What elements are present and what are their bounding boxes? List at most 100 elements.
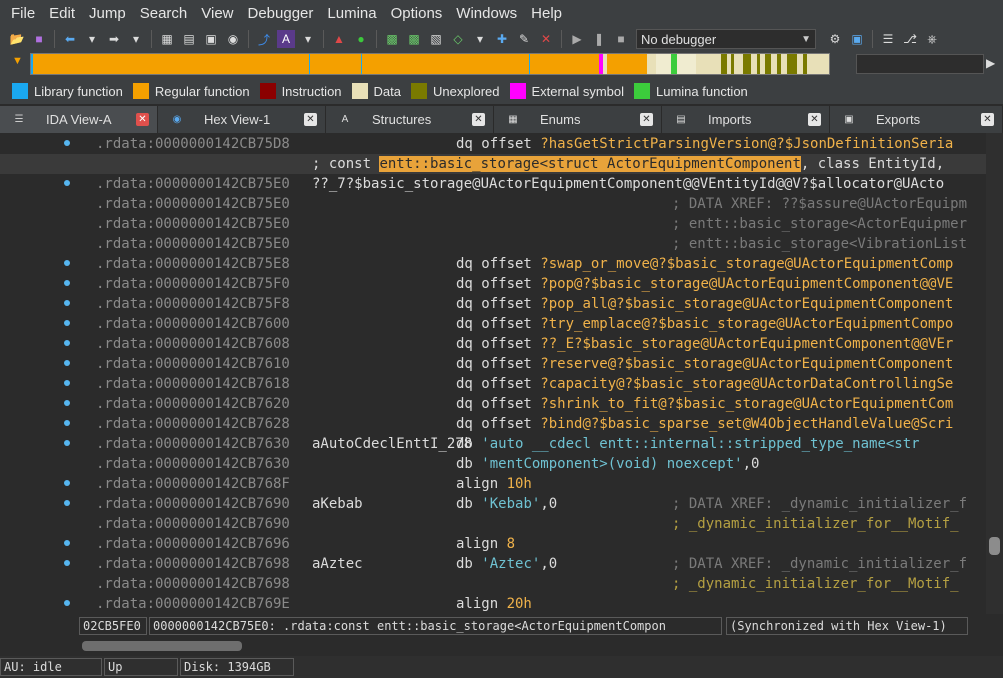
tab-ida-view-a[interactable]: ☰ IDA View-A ✕ xyxy=(0,106,158,133)
breakpoint-dot-icon[interactable] xyxy=(64,340,70,346)
menu-file[interactable]: File xyxy=(4,0,42,27)
horizontal-scroll-thumb[interactable] xyxy=(82,641,242,651)
disassembly-line[interactable]: .rdata:0000000142CB75E0 ; entt::basic_sto… xyxy=(0,234,986,254)
disassembly-line[interactable]: .rdata:0000000142CB769E align 20h xyxy=(0,594,986,614)
disassembly-line[interactable]: .rdata:0000000142CB75E8 dq offset ?swap_o… xyxy=(0,254,986,274)
disassembly-line[interactable]: .rdata:0000000142CB7600 dq offset ?try_em… xyxy=(0,314,986,334)
disassembly-line[interactable]: .rdata:0000000142CB75E0 ??_7?$basic_stora… xyxy=(0,174,986,194)
disassembly-line[interactable]: .rdata:0000000142CB7698 aAztec db 'Aztec',… xyxy=(0,554,986,574)
disassembly-line[interactable]: .rdata:0000000142CB75F0 dq offset ?pop@?$… xyxy=(0,274,986,294)
disassembly-line[interactable]: .rdata:0000000142CB7618 dq offset ?capaci… xyxy=(0,374,986,394)
data-icon[interactable]: ▩ xyxy=(405,30,423,48)
horizontal-scrollbar[interactable] xyxy=(80,638,986,654)
search-immediate-icon[interactable]: ▣ xyxy=(202,30,220,48)
text-format-icon[interactable]: A xyxy=(277,30,295,48)
stop-icon[interactable]: ■ xyxy=(612,30,630,48)
save-icon[interactable]: ■ xyxy=(30,30,48,48)
disassembly-line[interactable]: ; const entt::basic_storage<struct Actor… xyxy=(0,154,986,174)
undefine-icon[interactable]: ✕ xyxy=(537,30,555,48)
menu-debugger[interactable]: Debugger xyxy=(241,0,321,27)
tab-structures[interactable]: A Structures ✕ xyxy=(326,106,494,133)
breakpoint-dot-icon[interactable] xyxy=(64,300,70,306)
binoculars-icon[interactable]: ◉ xyxy=(224,30,242,48)
string-icon[interactable]: ▧ xyxy=(427,30,445,48)
search-text-icon[interactable]: ▤ xyxy=(180,30,198,48)
disassembly-line[interactable]: .rdata:0000000142CB7620 dq offset ?shrink… xyxy=(0,394,986,414)
close-icon[interactable]: ✕ xyxy=(136,113,149,126)
disassembly-line[interactable]: .rdata:0000000142CB75E0 ; entt::basic_sto… xyxy=(0,214,986,234)
close-icon[interactable]: ✕ xyxy=(981,113,994,126)
disassembly-line[interactable]: .rdata:0000000142CB7610 dq offset ?reserv… xyxy=(0,354,986,374)
disassembly-line[interactable]: .rdata:0000000142CB75E0 ; DATA XREF: ??$a… xyxy=(0,194,986,214)
tab-enums[interactable]: ▦ Enums ✕ xyxy=(494,106,662,133)
menu-view[interactable]: View xyxy=(194,0,240,27)
warning-icon[interactable]: ▲ xyxy=(330,30,348,48)
breakpoint-dot-icon[interactable] xyxy=(64,400,70,406)
close-icon[interactable]: ✕ xyxy=(472,113,485,126)
breakpoint-dot-icon[interactable] xyxy=(64,500,70,506)
graph-overview-icon[interactable]: ▣ xyxy=(848,30,866,48)
chevron-down-icon[interactable]: ▾ xyxy=(471,30,489,48)
disassembly-line[interactable]: .rdata:0000000142CB7698 ; _dynamic_initia… xyxy=(0,574,986,594)
breakpoint-dot-icon[interactable] xyxy=(64,180,70,186)
search-binary-icon[interactable]: ▦ xyxy=(158,30,176,48)
breakpoint-dot-icon[interactable] xyxy=(64,420,70,426)
breakpoint-dot-icon[interactable] xyxy=(64,380,70,386)
green-circle-icon[interactable]: ● xyxy=(352,30,370,48)
chevron-down-icon[interactable]: ▾ xyxy=(299,30,317,48)
menu-windows[interactable]: Windows xyxy=(449,0,524,27)
menu-lumina[interactable]: Lumina xyxy=(320,0,383,27)
disassembly-line[interactable]: .rdata:0000000142CB7690 ; _dynamic_initia… xyxy=(0,514,986,534)
breakpoint-dot-icon[interactable] xyxy=(64,560,70,566)
close-icon[interactable]: ✕ xyxy=(304,113,317,126)
chevron-down-icon[interactable]: ▾ xyxy=(127,30,145,48)
open-folder-icon[interactable]: 📂 xyxy=(8,30,26,48)
disassembly-line[interactable]: .rdata:0000000142CB768F align 10h xyxy=(0,474,986,494)
vertical-scroll-thumb[interactable] xyxy=(989,537,1000,555)
menu-edit[interactable]: Edit xyxy=(42,0,82,27)
menu-help[interactable]: Help xyxy=(524,0,569,27)
disassembly-view[interactable]: .rdata:0000000142CB75D8 dq offset ?hasGet… xyxy=(0,133,986,614)
tab-hex-view-1[interactable]: ◉ Hex View-1 ✕ xyxy=(158,106,326,133)
close-icon[interactable]: ✕ xyxy=(808,113,821,126)
breakpoint-dot-icon[interactable] xyxy=(64,320,70,326)
disassembly-line[interactable]: .rdata:0000000142CB7630 db 'mentComponent… xyxy=(0,454,986,474)
code-icon[interactable]: ▩ xyxy=(383,30,401,48)
debugger-select[interactable]: No debugger ▼ xyxy=(636,29,816,49)
breakpoint-dot-icon[interactable] xyxy=(64,360,70,366)
chevron-down-icon[interactable]: ▾ xyxy=(83,30,101,48)
jump-arrow-icon[interactable]: ⤴ xyxy=(255,30,273,48)
play-icon[interactable]: ▶ xyxy=(568,30,586,48)
forward-arrow-icon[interactable]: ➡ xyxy=(105,30,123,48)
breakpoint-dot-icon[interactable] xyxy=(64,600,70,606)
menu-options[interactable]: Options xyxy=(384,0,450,27)
breakpoint-dot-icon[interactable] xyxy=(64,440,70,446)
disassembly-line[interactable]: .rdata:0000000142CB7630 aAutoCdeclEnttI_2… xyxy=(0,434,986,454)
graph-icon[interactable]: ⎇ xyxy=(901,30,919,48)
tab-imports[interactable]: ▤ Imports ✕ xyxy=(662,106,830,133)
tab-exports[interactable]: ▣ Exports ✕ xyxy=(830,106,1003,133)
disassembly-line[interactable]: .rdata:0000000142CB7628 dq offset ?bind@?… xyxy=(0,414,986,434)
breakpoint-dot-icon[interactable] xyxy=(64,280,70,286)
breakpoint-dot-icon[interactable] xyxy=(64,260,70,266)
back-arrow-icon[interactable]: ⬅ xyxy=(61,30,79,48)
breakpoint-dot-icon[interactable] xyxy=(64,480,70,486)
breakpoint-dot-icon[interactable] xyxy=(64,540,70,546)
disassembly-line[interactable]: .rdata:0000000142CB7696 align 8 xyxy=(0,534,986,554)
disassembly-line[interactable]: .rdata:0000000142CB75D8 dq offset ?hasGet… xyxy=(0,134,986,154)
disassembly-line[interactable]: .rdata:0000000142CB75F8 dq offset ?pop_al… xyxy=(0,294,986,314)
chevron-right-icon[interactable]: ▶ xyxy=(986,56,995,70)
proximity-icon[interactable]: ⎈ xyxy=(923,30,941,48)
navigation-band[interactable] xyxy=(30,53,830,75)
menu-jump[interactable]: Jump xyxy=(82,0,133,27)
list-icon[interactable]: ☰ xyxy=(879,30,897,48)
array-icon[interactable]: ✚ xyxy=(493,30,511,48)
vertical-scrollbar[interactable] xyxy=(986,133,1003,614)
edit-icon[interactable]: ✎ xyxy=(515,30,533,48)
close-icon[interactable]: ✕ xyxy=(640,113,653,126)
disassembly-line[interactable]: .rdata:0000000142CB7690 aKebab db 'Kebab',… xyxy=(0,494,986,514)
disassembly-line[interactable]: .rdata:0000000142CB7608 dq offset ??_E?$b… xyxy=(0,334,986,354)
menu-search[interactable]: Search xyxy=(133,0,195,27)
breakpoint-dot-icon[interactable] xyxy=(64,140,70,146)
attach-icon[interactable]: ⚙ xyxy=(826,30,844,48)
